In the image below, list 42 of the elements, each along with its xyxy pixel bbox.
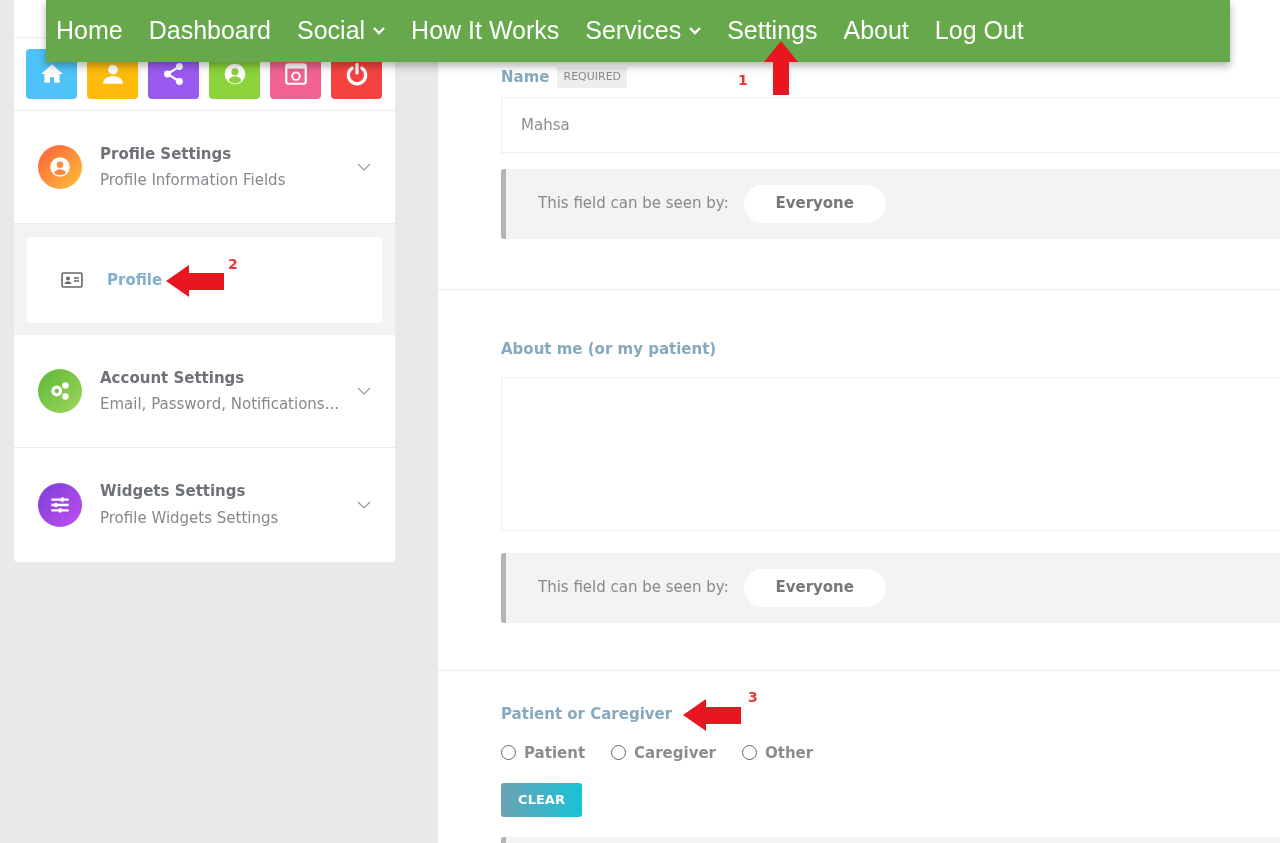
submenu-link[interactable]: Profile [107, 268, 163, 292]
visibility-label: This field can be seen by: [538, 577, 729, 599]
id-card-icon [61, 272, 83, 288]
annotation-number: 3 [748, 688, 758, 707]
clear-button[interactable]: CLEAR [501, 783, 582, 817]
section-subtitle: Email, Password, Notifications... [100, 394, 339, 415]
menu-link[interactable]: About [843, 12, 909, 50]
radio-option[interactable]: Caregiver [611, 741, 716, 764]
settings-section-header[interactable]: Account Settings Email, Password, Notifications... [14, 335, 395, 448]
section-subtitle: Profile Information Fields [100, 170, 287, 191]
chevron-icon [357, 500, 371, 509]
section-title: Widgets Settings [100, 481, 247, 502]
menu-link[interactable]: How It Works [411, 12, 560, 50]
window-icon [282, 61, 309, 87]
arrow-icon [165, 264, 225, 298]
user-circle-icon [38, 145, 82, 189]
section-title: Profile Settings [100, 143, 233, 165]
menu-link[interactable]: Dashboard [148, 12, 271, 50]
chevron-icon [357, 387, 371, 395]
field-label: Name [501, 67, 550, 88]
annotation-number: 2 [228, 255, 238, 274]
radio-option[interactable]: Other [742, 741, 814, 764]
menu-link[interactable]: Log Out [934, 12, 1024, 50]
radio-option[interactable]: Patient [501, 741, 586, 764]
sliders-icon [38, 482, 82, 527]
menu-link[interactable]: Settings [727, 12, 818, 50]
menu-link[interactable]: Social [297, 12, 386, 50]
annotation-number: 1 [738, 71, 748, 90]
required-badge: REQUIRED [557, 67, 628, 88]
menu-link[interactable]: Home [56, 12, 123, 50]
arrow-icon [682, 698, 742, 732]
section-title: Account Settings [100, 367, 246, 389]
name-input[interactable]: Mahsa [501, 96, 1280, 153]
visibility-button[interactable]: Everyone [743, 184, 886, 223]
chevron-icon [357, 163, 371, 171]
field-label: About me (or my patient) [501, 339, 717, 360]
visibility-button[interactable]: Everyone [743, 568, 886, 607]
section-subtitle: Profile Widgets Settings [100, 507, 280, 529]
visibility-label: This field can be seen by: [538, 193, 729, 215]
field-label: Patient or Caregiver [501, 704, 673, 725]
settings-section-header[interactable]: Widgets Settings Profile Widgets Settings [14, 448, 395, 561]
menu-link[interactable]: Services [585, 12, 702, 50]
